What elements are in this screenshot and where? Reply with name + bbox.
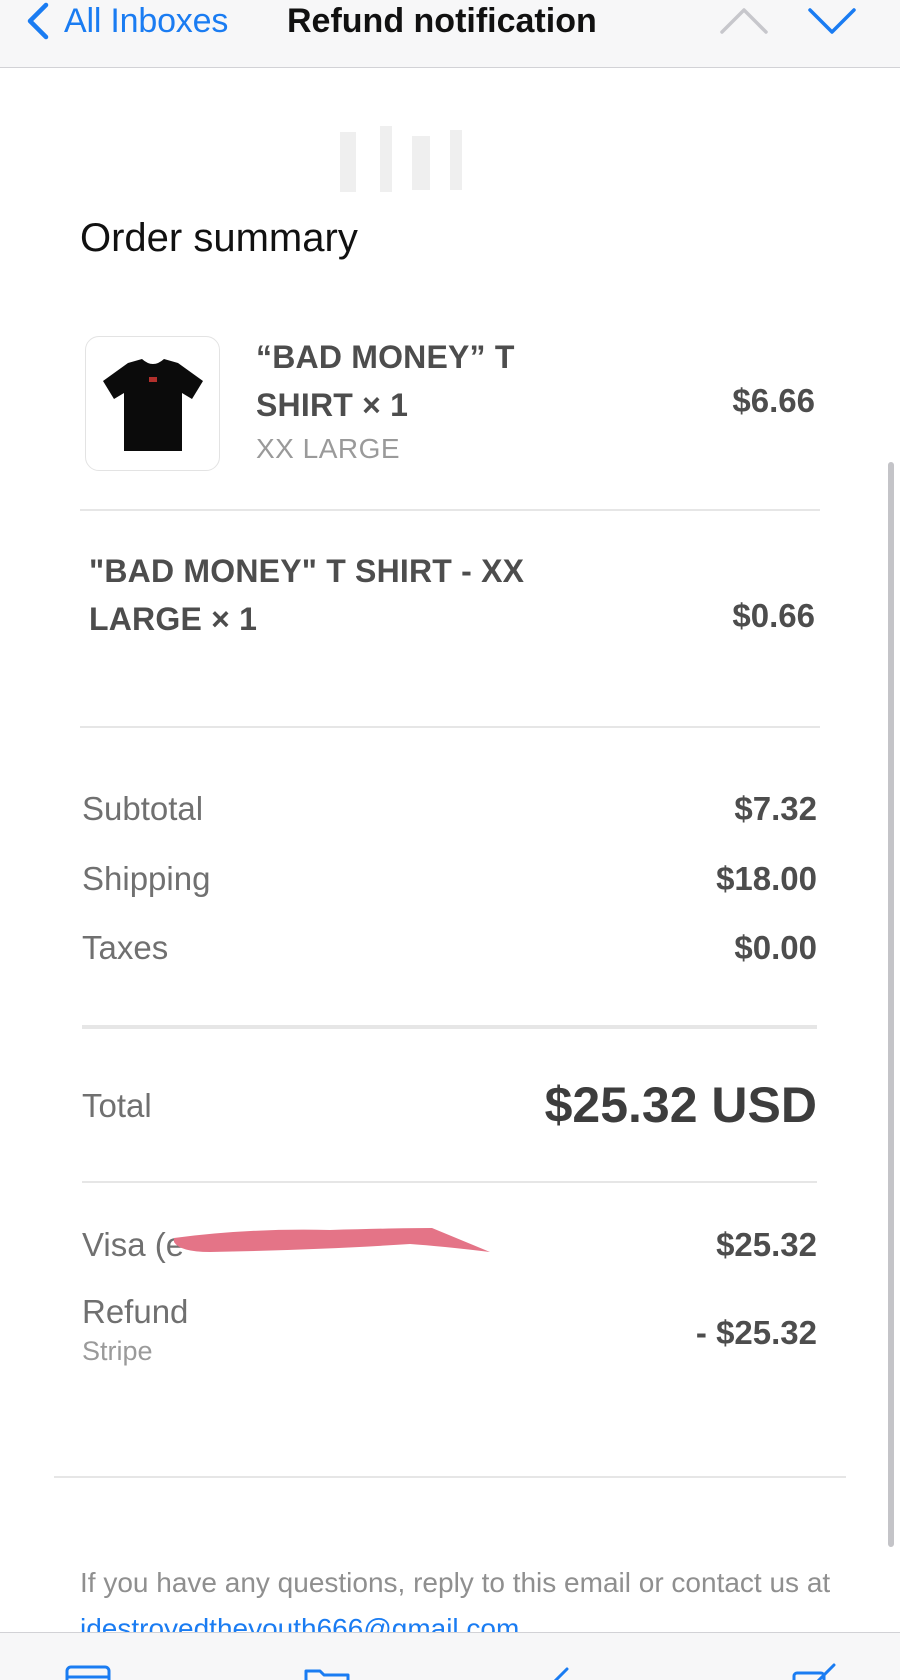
total-label: Total bbox=[82, 1087, 152, 1124]
reply-icon[interactable] bbox=[545, 1663, 595, 1680]
email-subject-title: Refund notification bbox=[287, 2, 597, 40]
subtotal-label: Subtotal bbox=[82, 790, 204, 827]
divider bbox=[80, 509, 820, 511]
back-button[interactable]: All Inboxes bbox=[24, 0, 228, 42]
shipping-value: $18.00 bbox=[716, 860, 817, 897]
taxes-label: Taxes bbox=[82, 929, 169, 966]
refund-method: Stripe bbox=[82, 1336, 153, 1366]
email-view: All Inboxes Refund notification Order su… bbox=[0, 0, 900, 1680]
line-item-price: $0.66 bbox=[732, 597, 815, 634]
line-item-name: “BAD MONEY” T SHIRT × 1 bbox=[256, 339, 515, 423]
line-item-variant: XX LARGE bbox=[256, 433, 401, 464]
scrollbar[interactable] bbox=[888, 462, 894, 1547]
line-item-name: "BAD MONEY" T SHIRT - XX LARGE × 1 bbox=[89, 553, 525, 637]
back-label: All Inboxes bbox=[64, 1, 229, 40]
mailbox-icon[interactable] bbox=[63, 1663, 113, 1680]
subtotal-value: $7.32 bbox=[734, 790, 817, 827]
divider bbox=[82, 1181, 817, 1183]
top-nav-bar: All Inboxes Refund notification bbox=[0, 0, 900, 68]
footer-text: If you have any questions, reply to this… bbox=[80, 1567, 831, 1598]
taxes-value: $0.00 bbox=[734, 929, 817, 966]
bottom-toolbar bbox=[0, 1632, 900, 1680]
tshirt-icon bbox=[103, 359, 203, 451]
payment-amount: $25.32 bbox=[716, 1226, 817, 1263]
chevron-down-icon[interactable] bbox=[806, 2, 858, 38]
line-item-price: $6.66 bbox=[732, 382, 815, 419]
divider bbox=[82, 1025, 817, 1029]
payment-method-label: Visa (e bbox=[82, 1226, 185, 1263]
redaction-scribble bbox=[174, 1228, 490, 1252]
folder-icon[interactable] bbox=[302, 1663, 352, 1680]
shipping-label: Shipping bbox=[82, 860, 211, 897]
order-summary-heading: Order summary bbox=[80, 216, 358, 260]
product-thumbnail bbox=[85, 336, 220, 471]
divider bbox=[54, 1476, 846, 1478]
total-value: $25.32 USD bbox=[544, 1077, 817, 1133]
store-logo bbox=[340, 126, 462, 192]
chevron-left-icon bbox=[27, 2, 49, 40]
chevron-up-icon[interactable] bbox=[718, 2, 770, 38]
divider bbox=[80, 726, 820, 728]
refund-amount: - $25.32 bbox=[695, 1314, 817, 1351]
refund-label: Refund bbox=[82, 1293, 189, 1330]
compose-icon[interactable] bbox=[790, 1663, 840, 1680]
